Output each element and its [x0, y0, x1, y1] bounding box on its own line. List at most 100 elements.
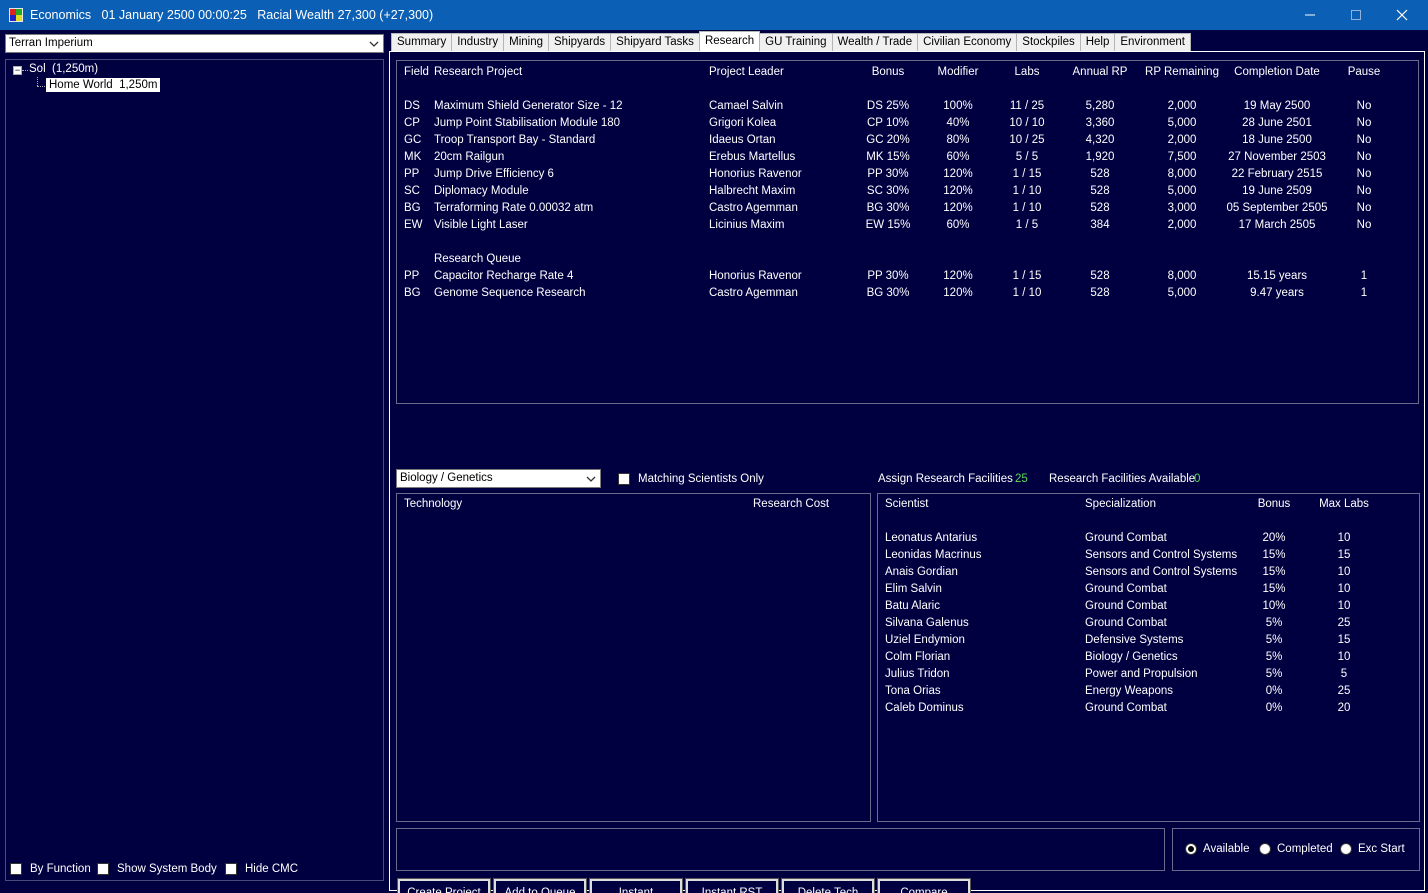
empire-select-value: Terran Imperium — [9, 37, 93, 49]
cell-name: Leonatus Antarius — [885, 532, 978, 544]
research-projects-list[interactable]: Field Research Project Project Leader Bo… — [396, 60, 1419, 404]
maximize-icon — [1351, 10, 1361, 20]
hide-cmc-checkbox[interactable]: Hide CMC — [225, 863, 298, 875]
cell-completion: 19 June 2509 — [1242, 185, 1312, 197]
scientists-list[interactable]: Scientist Specialization Bonus Max Labs … — [877, 493, 1420, 822]
assign-facilities-value[interactable]: 25 — [1015, 473, 1028, 485]
scientist-row[interactable]: Tona Orias Energy Weapons 0% 25 — [878, 685, 1408, 701]
cell-modifier: 120% — [943, 202, 973, 214]
radio-completed[interactable]: Completed — [1259, 843, 1333, 855]
instant-rst-button[interactable]: Instant RST — [685, 878, 779, 893]
scientist-row[interactable]: Silvana Galenus Ground Combat 5% 25 — [878, 617, 1408, 633]
project-row[interactable]: PP Jump Drive Efficiency 6 Honorius Raveno… — [397, 168, 1397, 184]
show-system-body-checkbox[interactable]: Show System Body — [97, 863, 217, 875]
cell-annual-rp: 384 — [1090, 219, 1110, 231]
cell-project: Visible Light Laser — [434, 219, 528, 231]
cell-rp-remaining: 8,000 — [1167, 168, 1197, 180]
project-row[interactable]: GC Troop Transport Bay - Standard Idaeus O… — [397, 134, 1397, 150]
tab-help[interactable]: Help — [1079, 33, 1116, 51]
tree-collapse-toggle[interactable]: − — [13, 66, 22, 75]
tab-stockpiles[interactable]: Stockpiles — [1016, 33, 1081, 51]
queue-row[interactable]: PP Capacitor Recharge Rate 4 Honorius Rave… — [397, 270, 1397, 286]
create-project-button[interactable]: Create Project — [397, 878, 491, 893]
radio-exc-start[interactable]: Exc Start — [1340, 843, 1405, 855]
scientist-row[interactable]: Anais Gordian Sensors and Control Systems… — [878, 566, 1408, 582]
checkbox-box[interactable] — [97, 863, 109, 875]
by-function-checkbox[interactable]: By Function — [10, 863, 91, 875]
technology-list[interactable]: Technology Research Cost — [396, 493, 871, 822]
cell-bonus: PP 30% — [867, 168, 909, 180]
assign-facilities-label: Assign Research Facilities — [878, 473, 1013, 485]
radio-available[interactable]: Available — [1185, 843, 1249, 855]
cell-completion: 9.47 years — [1250, 287, 1304, 299]
project-row[interactable]: EW Visible Light Laser Licinius Maxim EW 15… — [397, 219, 1397, 235]
project-row[interactable]: SC Diplomacy Module Halbrecht Maxim SC 30% 1… — [397, 185, 1397, 201]
cell-leader: Camael Salvin — [709, 100, 784, 112]
tab-mining[interactable]: Mining — [503, 33, 550, 51]
cell-annual-rp: 528 — [1090, 185, 1110, 197]
radio-label: Completed — [1277, 843, 1333, 855]
checkbox-box[interactable] — [10, 863, 22, 875]
scientist-row[interactable]: Elim Salvin Ground Combat 15% 10 — [878, 583, 1408, 599]
cell-max-labs: 15 — [1337, 549, 1351, 561]
maximize-button[interactable] — [1333, 0, 1379, 30]
instant-button[interactable]: Instant — [589, 878, 683, 893]
tab-civilian-economy[interactable]: Civilian Economy — [917, 33, 1018, 51]
cell-name: Leonidas Macrinus — [885, 549, 982, 561]
cell-bonus: 15% — [1262, 566, 1286, 578]
system-tree[interactable]: − Sol (1,250m) Home World 1,250m — [5, 59, 384, 881]
scientist-row[interactable]: Colm Florian Biology / Genetics 5% 10 — [878, 651, 1408, 667]
cell-rp-remaining: 2,000 — [1167, 219, 1197, 231]
tab-gu-training[interactable]: GU Training — [759, 33, 833, 51]
col-header-technology: Technology — [404, 498, 463, 510]
tab-shipyards[interactable]: Shipyards — [548, 33, 612, 51]
chevron-down-icon[interactable] — [582, 471, 599, 486]
scientist-row[interactable]: Julius Tridon Power and Propulsion 5% 5 — [878, 668, 1408, 684]
scientist-row[interactable]: Leonatus Antarius Ground Combat 20% 10 — [878, 532, 1408, 548]
project-row[interactable]: CP Jump Point Stabilisation Module 180 Gri… — [397, 117, 1397, 133]
cell-bonus: 15% — [1262, 549, 1286, 561]
close-button[interactable] — [1379, 0, 1425, 30]
queue-row[interactable]: BG Genome Sequence Research Castro Agemman… — [397, 287, 1397, 303]
empire-select[interactable]: Terran Imperium — [5, 34, 384, 53]
tree-node-home-world[interactable]: Home World 1,250m — [46, 78, 161, 92]
tab-research[interactable]: Research — [698, 31, 761, 51]
scientist-row[interactable]: Uziel Endymion Defensive Systems 5% 15 — [878, 634, 1408, 650]
window-title: Economics 01 January 2500 00:00:25 Racia… — [30, 8, 434, 22]
radio-button[interactable] — [1340, 843, 1352, 855]
checkbox-label: Show System Body — [117, 863, 217, 875]
delete-tech-button[interactable]: Delete Tech — [781, 878, 875, 893]
tab-summary[interactable]: Summary — [391, 33, 453, 51]
radio-button[interactable] — [1259, 843, 1271, 855]
tab-industry[interactable]: Industry — [451, 33, 505, 51]
tab-wealth-trade[interactable]: Wealth / Trade — [831, 33, 919, 51]
checkbox-box[interactable] — [618, 473, 630, 485]
right-area: Summary Industry Mining Shipyards Shipyard T… — [388, 30, 1428, 893]
scientist-row[interactable]: Caleb Dominus Ground Combat 0% 20 — [878, 702, 1408, 718]
cell-bonus: 5% — [1265, 634, 1283, 646]
cell-rp-remaining: 8,000 — [1167, 270, 1197, 282]
research-field-select[interactable]: Biology / Genetics — [396, 469, 601, 488]
cell-field: CP — [404, 117, 420, 129]
tree-node-sol[interactable]: Sol (1,250m) — [29, 63, 98, 75]
tab-environment[interactable]: Environment — [1114, 33, 1191, 51]
minimize-button[interactable] — [1287, 0, 1333, 30]
radio-label: Exc Start — [1358, 843, 1405, 855]
project-row[interactable]: DS Maximum Shield Generator Size - 12 Cama… — [397, 100, 1397, 116]
add-to-queue-button[interactable]: Add to Queue — [493, 878, 587, 893]
scientist-row[interactable]: Leonidas Macrinus Sensors and Control Sys… — [878, 549, 1408, 565]
cell-field: DS — [404, 100, 420, 112]
project-row[interactable]: BG Terraforming Rate 0.00032 atm Castro Ag… — [397, 202, 1397, 218]
checkbox-box[interactable] — [225, 863, 237, 875]
chevron-down-icon[interactable] — [365, 36, 382, 51]
cell-labs: 1 / 15 — [1012, 168, 1042, 180]
cell-bonus: DS 25% — [866, 100, 910, 112]
cell-field: BG — [404, 287, 421, 299]
matching-scientists-checkbox[interactable]: Matching Scientists Only — [618, 473, 764, 485]
cell-modifier: 100% — [943, 100, 973, 112]
compare-button[interactable]: Compare — [877, 878, 971, 893]
tab-shipyard-tasks[interactable]: Shipyard Tasks — [610, 33, 700, 51]
scientist-row[interactable]: Batu Alaric Ground Combat 10% 10 — [878, 600, 1408, 616]
project-row[interactable]: MK 20cm Railgun Erebus Martellus MK 15% 60% 5… — [397, 151, 1397, 167]
radio-button[interactable] — [1185, 843, 1197, 855]
